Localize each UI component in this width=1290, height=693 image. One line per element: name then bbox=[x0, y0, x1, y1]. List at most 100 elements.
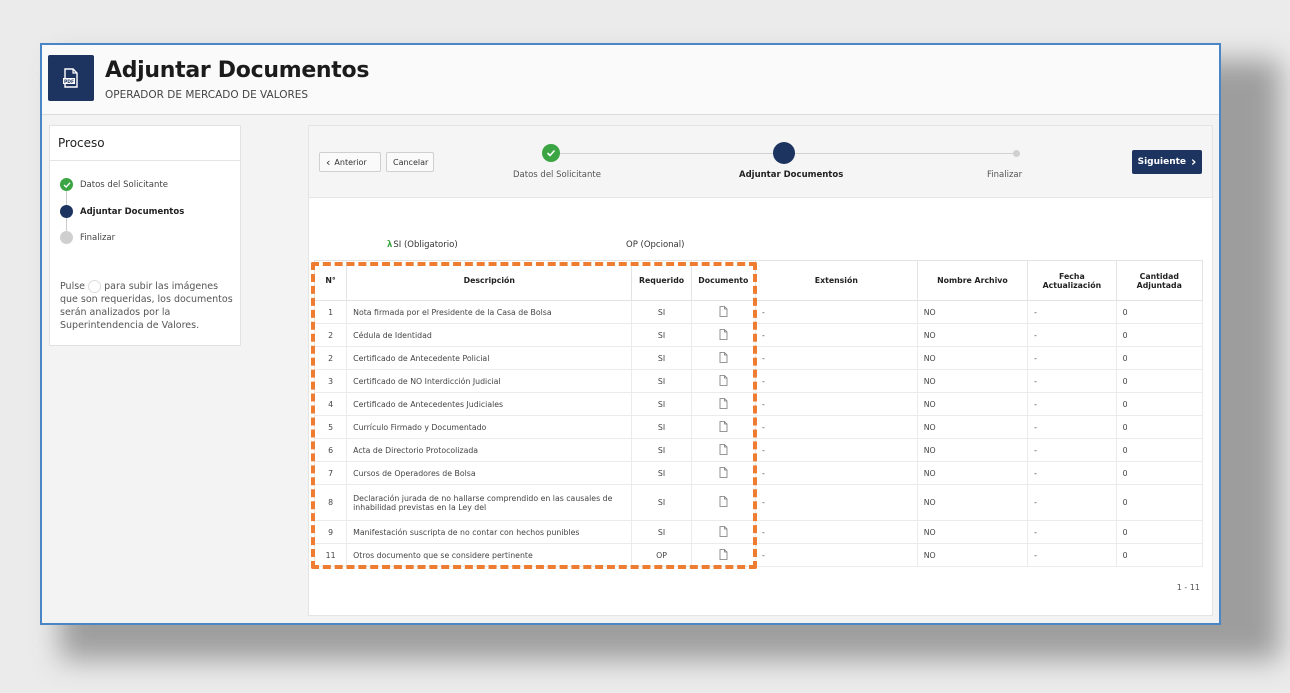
document-upload-icon[interactable] bbox=[719, 496, 728, 509]
sidebar-step-datos[interactable]: Datos del Solicitante bbox=[60, 178, 168, 191]
pending-step-icon bbox=[60, 231, 73, 244]
row-description: Manifestación suscripta de no contar con… bbox=[346, 520, 633, 544]
row-extension: - bbox=[754, 369, 918, 393]
pagination-info: 1 - 11 bbox=[1176, 583, 1200, 592]
row-document[interactable] bbox=[690, 461, 756, 485]
row-description: Acta de Directorio Protocolizada bbox=[346, 438, 633, 462]
svg-text:PDF: PDF bbox=[64, 79, 74, 85]
row-document[interactable] bbox=[690, 543, 756, 567]
cancel-label: Cancelar bbox=[393, 157, 429, 167]
document-upload-icon[interactable] bbox=[719, 397, 728, 411]
row-description: Certificado de Antecedentes Judiciales bbox=[346, 392, 633, 416]
row-description: Currículo Firmado y Documentado bbox=[346, 415, 633, 439]
wizard-step-active-icon bbox=[773, 142, 795, 164]
required-marker-icon: λ bbox=[387, 240, 393, 250]
row-date: - bbox=[1027, 484, 1117, 521]
document-upload-icon[interactable] bbox=[719, 374, 728, 388]
row-document[interactable] bbox=[690, 323, 756, 347]
prev-button[interactable]: ‹ Anterior bbox=[319, 152, 381, 172]
row-quantity: 0 bbox=[1115, 392, 1204, 416]
document-upload-icon[interactable] bbox=[719, 548, 728, 562]
row-quantity: 0 bbox=[1115, 438, 1204, 462]
cancel-button[interactable]: Cancelar bbox=[386, 152, 434, 172]
step-connector bbox=[66, 191, 67, 206]
table-header-row: N° Descripción Requerido Documento Exten… bbox=[313, 260, 1204, 301]
sidebar-step-finalizar[interactable]: Finalizar bbox=[60, 231, 115, 244]
row-required: SI bbox=[631, 323, 692, 347]
col-header-n[interactable]: N° bbox=[313, 260, 348, 301]
row-description: Cédula de Identidad bbox=[346, 323, 633, 347]
current-step-icon bbox=[60, 205, 73, 218]
legend-required: λ SI (Obligatorio) bbox=[387, 240, 458, 250]
row-document[interactable] bbox=[690, 346, 756, 370]
document-upload-icon[interactable] bbox=[719, 443, 728, 457]
sidebar-step-label: Finalizar bbox=[80, 232, 116, 243]
wizard-step-pending-icon bbox=[1013, 150, 1020, 157]
prev-label: Anterior bbox=[334, 157, 367, 167]
row-date: - bbox=[1027, 415, 1117, 439]
row-document[interactable] bbox=[690, 392, 756, 416]
col-header-nombre-archivo[interactable]: Nombre Archivo bbox=[916, 260, 1029, 301]
row-document[interactable] bbox=[690, 300, 756, 324]
table-row: 4 Certificado de Antecedentes Judiciales S… bbox=[313, 392, 1204, 416]
document-upload-icon[interactable] bbox=[719, 328, 728, 342]
row-document[interactable] bbox=[690, 520, 756, 544]
table-row: 8 Declaración jurada de no hallarse compr… bbox=[313, 484, 1204, 521]
row-quantity: 0 bbox=[1115, 415, 1204, 439]
row-file-name: NO bbox=[916, 392, 1029, 416]
row-required: OP bbox=[631, 543, 692, 567]
row-number: 7 bbox=[313, 461, 348, 485]
document-upload-icon[interactable] bbox=[719, 420, 728, 434]
row-document[interactable] bbox=[690, 484, 756, 521]
row-extension: - bbox=[754, 323, 918, 347]
row-quantity: 0 bbox=[1115, 520, 1204, 544]
row-document[interactable] bbox=[690, 415, 756, 439]
row-document[interactable] bbox=[690, 369, 756, 393]
row-number: 3 bbox=[313, 369, 348, 393]
sidebar-step-adjuntar[interactable]: Adjuntar Documentos bbox=[60, 205, 184, 218]
chevron-left-icon: ‹ bbox=[326, 155, 331, 169]
row-document[interactable] bbox=[690, 438, 756, 462]
process-sidebar: Proceso Datos del Solicitante Adjuntar D… bbox=[49, 125, 241, 346]
row-file-name: NO bbox=[916, 438, 1029, 462]
row-date: - bbox=[1027, 300, 1117, 324]
row-number: 2 bbox=[313, 346, 348, 370]
col-header-fecha[interactable]: Fecha Actualización bbox=[1027, 260, 1117, 301]
table-row: 9 Manifestación suscripta de no contar co… bbox=[313, 520, 1204, 544]
row-required: SI bbox=[631, 369, 692, 393]
sidebar-step-label: Datos del Solicitante bbox=[80, 179, 168, 190]
check-icon bbox=[60, 178, 73, 191]
row-quantity: 0 bbox=[1115, 461, 1204, 485]
col-header-descripcion[interactable]: Descripción bbox=[346, 260, 633, 301]
document-upload-icon[interactable] bbox=[719, 525, 728, 539]
row-description: Cursos de Operadores de Bolsa bbox=[346, 461, 633, 485]
row-file-name: NO bbox=[916, 484, 1029, 521]
row-date: - bbox=[1027, 392, 1117, 416]
row-file-name: NO bbox=[916, 415, 1029, 439]
row-quantity: 0 bbox=[1115, 369, 1204, 393]
help-prefix: Pulse bbox=[60, 281, 86, 292]
col-header-documento[interactable]: Documento bbox=[690, 260, 756, 301]
row-number: 9 bbox=[313, 520, 348, 544]
row-extension: - bbox=[754, 438, 918, 462]
row-number: 5 bbox=[313, 415, 348, 439]
row-date: - bbox=[1027, 369, 1117, 393]
col-header-cantidad[interactable]: Cantidad Adjuntada bbox=[1115, 260, 1204, 301]
table-row: 3 Certificado de NO Interdicción Judicial… bbox=[313, 369, 1204, 393]
table-row: 2 Certificado de Antecedente Policial SI - N… bbox=[313, 346, 1204, 370]
row-file-name: NO bbox=[916, 461, 1029, 485]
table-row: 7 Cursos de Operadores de Bolsa SI - NO -0 bbox=[313, 461, 1204, 485]
next-button[interactable]: Siguiente › bbox=[1132, 150, 1202, 174]
row-number: 6 bbox=[313, 438, 348, 462]
progress-track bbox=[553, 153, 784, 154]
row-file-name: NO bbox=[916, 520, 1029, 544]
document-upload-icon[interactable] bbox=[719, 466, 728, 480]
document-upload-icon[interactable] bbox=[719, 305, 728, 319]
row-required: SI bbox=[631, 346, 692, 370]
row-description: Otros documento que se considere pertine… bbox=[346, 543, 633, 567]
col-header-extension[interactable]: Extensión bbox=[754, 260, 918, 301]
col-header-requerido[interactable]: Requerido bbox=[631, 260, 692, 301]
document-upload-icon[interactable] bbox=[719, 351, 728, 365]
row-description: Certificado de NO Interdicción Judicial bbox=[346, 369, 633, 393]
row-file-name: NO bbox=[916, 369, 1029, 393]
